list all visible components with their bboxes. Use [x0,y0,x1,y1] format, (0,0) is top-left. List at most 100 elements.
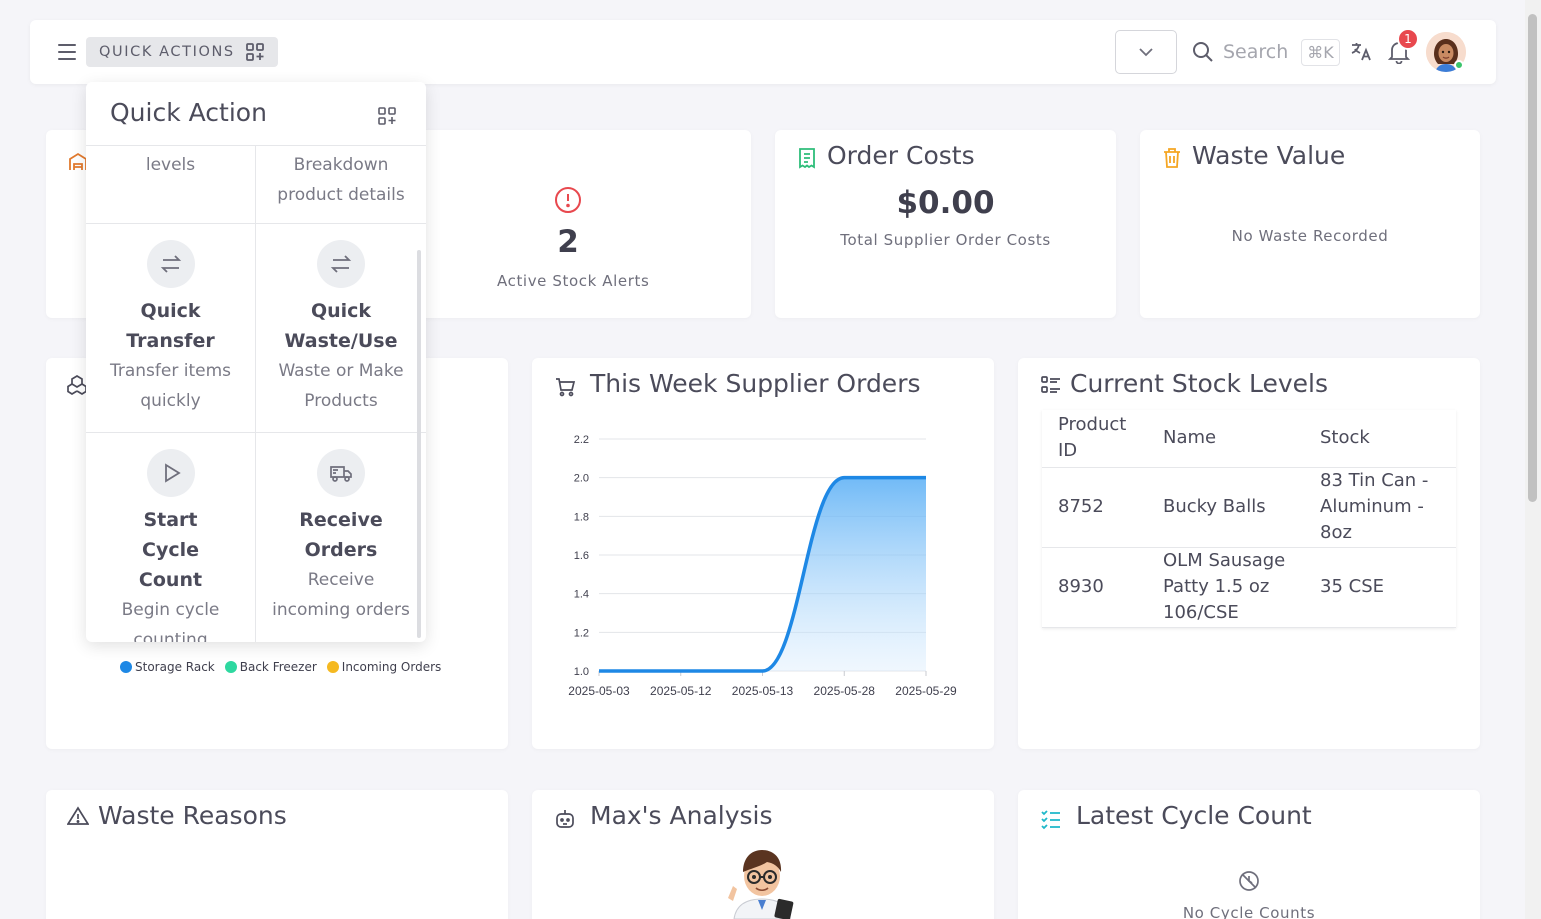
search-placeholder: Search [1223,41,1289,63]
legend-item[interactable]: Back Freezer [224,660,317,674]
quick-action-name: Quick Waste/Use [284,300,398,352]
quick-action-receive-orders[interactable]: Receive Orders Receive incoming orders [256,433,426,642]
quick-action-desc: Receive incoming orders [272,570,410,620]
y-tick-label: 2.0 [574,473,589,485]
table-cell: OLM Sausage Patty 1.5 oz 106/CSE [1147,547,1304,628]
quick-action-item[interactable]: Breakdown product details [256,146,426,224]
chevron-down-icon [1139,48,1153,57]
column-header[interactable]: Product ID [1042,410,1147,468]
play-icon [164,463,181,483]
search-shortcut: ⌘K [1301,38,1340,66]
quick-action-desc: Begin cycle counting [121,600,220,642]
quick-action-cycle-count[interactable]: Start Cycle Count Begin cycle counting [86,433,256,642]
alert-circle-icon [555,187,581,213]
receipt-icon [799,148,815,169]
supplier-orders-chart: 1.0 1.2 1.4 1.6 1.8 2.0 2.2 2025-05-03 2025-05-1… [568,434,957,698]
quick-action-desc: Breakdown product details [277,155,405,205]
y-tick-label: 1.6 [574,550,589,562]
legend-label: Incoming Orders [341,660,442,674]
order-costs-title: Order Costs [827,141,975,170]
y-tick-label: 2.2 [574,434,589,446]
quick-actions-label: QUICK ACTIONS [99,44,235,60]
y-tick-label: 1.4 [574,589,589,601]
table-cell: 8930 [1042,547,1147,628]
dropdown-scrollbar[interactable] [417,250,421,638]
waste-reasons-card: Waste Reasons [46,790,508,919]
waste-value-label: No Waste Recorded [1231,227,1389,245]
trash-icon [1164,148,1180,168]
transfer-icon [330,255,352,273]
top-navbar: QUICK ACTIONS Search ⌘K 1 [30,20,1496,84]
stock-levels-title: Current Stock Levels [1070,369,1328,398]
quick-action-name: Quick Transfer [126,300,215,352]
stock-alerts-label: Active Stock Alerts [497,272,650,290]
column-header[interactable]: Name [1147,410,1304,468]
quick-action-dropdown: Quick Action levels Breakdown product de… [86,82,426,642]
cycle-count-label: No Cycle Counts [1182,904,1316,919]
quick-action-desc: levels [145,155,196,175]
warehouse-icon [69,152,87,170]
checklist-icon [1041,810,1060,830]
search-icon [1193,42,1213,62]
table-cell: Bucky Balls [1147,467,1304,548]
page-scrollbar-thumb[interactable] [1528,14,1537,502]
quick-action-name: Start Cycle Count [138,509,203,591]
notification-badge: 1 [1397,28,1419,50]
quick-action-waste-use[interactable]: Quick Waste/Use Waste or Make Products [256,224,426,433]
store-select[interactable] [1115,30,1177,74]
robot-icon [556,810,574,828]
quick-action-header: Quick Action [86,82,426,146]
x-tick-label: 2025-05-03 [568,684,630,698]
grid-plus-icon[interactable] [377,106,397,126]
waste-value-card: Waste Value No Waste Recorded [1140,130,1480,318]
order-costs-label: Total Supplier Order Costs [840,231,1051,249]
max-analysis-title: Max's Analysis [590,801,773,830]
y-tick-label: 1.2 [574,627,589,639]
boxes-icon [67,375,87,395]
table-cell: 35 CSE [1304,547,1456,628]
quick-action-desc: Transfer items quickly [109,361,232,411]
stock-levels-card: Current Stock Levels Product ID Name Sto… [1018,358,1480,749]
order-costs-value: $0.00 [896,185,995,221]
column-header[interactable]: Stock [1304,410,1456,468]
stock-alerts-value: 2 [557,224,579,260]
quick-action-title: Quick Action [110,98,267,127]
search-trigger[interactable]: Search ⌘K [1192,36,1340,68]
stock-levels-table: Product ID Name Stock 8752 Bucky Balls 8… [1042,410,1456,628]
supplier-orders-card: This Week Supplier Orders 1.0 1.2 1.4 1.6 1.… [532,358,994,749]
online-status-dot [1454,60,1464,70]
table-header-row: Product ID Name Stock [1042,410,1456,468]
quick-action-transfer[interactable]: Quick Transfer Transfer items quickly [86,224,256,433]
table-row[interactable]: 8752 Bucky Balls 83 Tin Can - Aluminum -… [1042,467,1456,548]
legend-label: Back Freezer [239,660,317,674]
legend-label: Storage Rack [135,660,215,674]
locations-legend: Storage Rack Back Freezer Incoming Order… [120,660,441,674]
menu-toggle-icon[interactable] [58,44,76,60]
x-tick-label: 2025-05-12 [650,684,712,698]
cycle-count-title: Latest Cycle Count [1076,801,1312,830]
quick-action-desc: Waste or Make Products [278,361,404,411]
cycle-count-card: Latest Cycle Count No Cycle Counts [1018,790,1480,919]
table-row[interactable]: 8930 OLM Sausage Patty 1.5 oz 106/CSE 35… [1042,547,1456,628]
table-cell: 83 Tin Can - Aluminum - 8oz [1304,467,1456,548]
x-tick-label: 2025-05-28 [814,684,876,698]
transfer-icon [160,255,181,273]
table-cell: 8752 [1042,467,1147,548]
max-mascot-image [728,850,794,919]
warning-icon [67,806,89,825]
waste-reasons-title: Waste Reasons [98,801,287,830]
no-data-icon [1239,871,1259,891]
grid-plus-icon [245,43,264,61]
legend-item[interactable]: Storage Rack [120,660,215,674]
chart-area-fill [599,477,926,671]
x-tick-label: 2025-05-13 [732,684,794,698]
quick-actions-button[interactable]: QUICK ACTIONS [86,37,278,67]
waste-value-title: Waste Value [1192,141,1346,170]
legend-item[interactable]: Incoming Orders [326,660,442,674]
quick-action-item[interactable]: levels [86,146,256,224]
y-tick-label: 1.0 [574,666,589,678]
truck-icon [330,466,352,482]
max-analysis-card: Max's Analysis [532,790,994,919]
y-tick-label: 1.8 [574,511,589,523]
translate-icon[interactable] [1350,40,1372,62]
